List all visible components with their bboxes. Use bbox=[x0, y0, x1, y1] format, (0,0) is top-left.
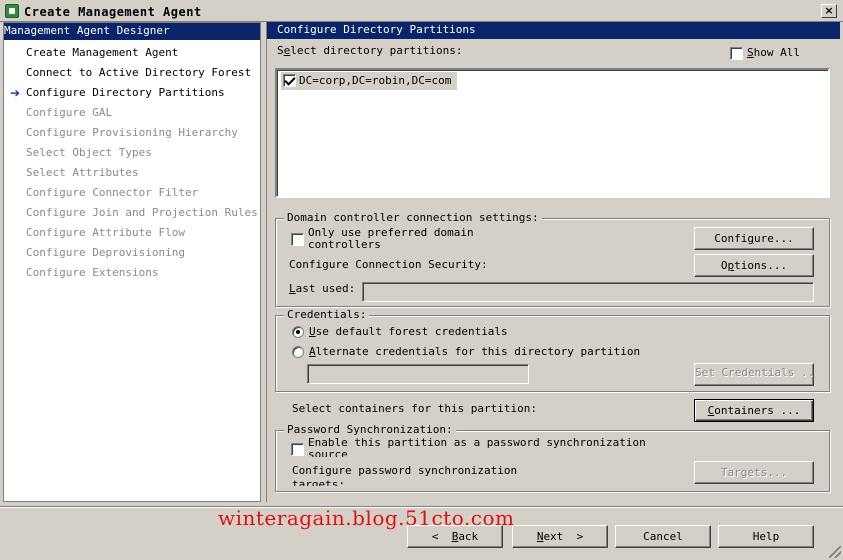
nav-item-label: Select Object Types bbox=[26, 146, 152, 159]
nav-item-join-projection-rules: Configure Join and Projection Rules bbox=[4, 203, 260, 223]
show-all-label: Show All bbox=[747, 46, 800, 59]
nav-item-select-attributes: Select Attributes bbox=[4, 163, 260, 183]
help-button[interactable]: Help bbox=[718, 525, 814, 548]
configure-dc-button[interactable]: Configure... bbox=[694, 227, 814, 250]
nav-item-label: Create Management Agent bbox=[26, 46, 179, 59]
connection-security-label: Configure Connection Security: bbox=[289, 258, 488, 271]
options-button[interactable]: Options... bbox=[694, 254, 814, 277]
current-step-arrow-icon: ➔ bbox=[10, 86, 21, 100]
partition-checkbox[interactable] bbox=[283, 74, 296, 87]
set-credentials-button: Set Credentials ... bbox=[694, 363, 814, 386]
nav-item-select-object-types: Select Object Types bbox=[4, 143, 260, 163]
sync-targets-label: Configure password synchronization target… bbox=[292, 464, 518, 486]
back-button[interactable]: < Back bbox=[407, 525, 503, 548]
preferred-dc-checkbox[interactable] bbox=[291, 233, 304, 246]
resize-grip-icon[interactable] bbox=[829, 546, 841, 558]
nav-item-label: Configure Extensions bbox=[26, 266, 159, 279]
password-sync-label: Enable this partition as a password sync… bbox=[308, 437, 646, 457]
cancel-button[interactable]: Cancel bbox=[615, 525, 711, 548]
back-arrow-icon: < bbox=[431, 530, 439, 543]
nav-header: Management Agent Designer bbox=[4, 23, 260, 40]
partition-label: DC=corp,DC=robin,DC=com bbox=[299, 74, 452, 87]
nav-item-label: Configure Connector Filter bbox=[26, 186, 199, 199]
nav-item-extensions: Configure Extensions bbox=[4, 263, 260, 283]
nav-item-deprovisioning: Configure Deprovisioning bbox=[4, 243, 260, 263]
nav-item-label: Configure Attribute Flow bbox=[26, 226, 185, 239]
close-button[interactable]: × bbox=[821, 4, 837, 18]
show-all-checkbox[interactable] bbox=[730, 47, 743, 60]
nav-item-configure-directory-partitions[interactable]: ➔ Configure Directory Partitions bbox=[4, 83, 260, 103]
dc-settings-title: Domain controller connection settings: bbox=[284, 211, 542, 224]
title-bar: Create Management Agent × bbox=[0, 0, 843, 22]
designer-nav-pane: Management Agent Designer Create Managem… bbox=[3, 22, 261, 502]
next-arrow-icon: > bbox=[576, 530, 584, 543]
app-icon bbox=[5, 4, 19, 18]
alternate-credentials-radio[interactable] bbox=[292, 346, 304, 358]
next-button[interactable]: Next > bbox=[512, 525, 608, 548]
nav-item-connect-forest[interactable]: Connect to Active Directory Forest bbox=[4, 63, 260, 83]
window-title: Create Management Agent bbox=[24, 5, 202, 19]
nav-list: Create Management Agent Connect to Activ… bbox=[4, 40, 260, 283]
nav-item-label: Connect to Active Directory Forest bbox=[26, 66, 252, 79]
last-used-field bbox=[362, 282, 814, 302]
containers-button[interactable]: Containers ... bbox=[694, 399, 814, 422]
nav-item-label: Configure GAL bbox=[26, 106, 113, 119]
targets-button: Targets... bbox=[694, 461, 814, 484]
nav-item-create-management-agent[interactable]: Create Management Agent bbox=[4, 43, 260, 63]
select-containers-label: Select containers for this partition: bbox=[292, 402, 538, 415]
password-sync-title: Password Synchronization: bbox=[284, 423, 456, 436]
nav-item-configure-gal: Configure GAL bbox=[4, 103, 260, 123]
credentials-title: Credentials: bbox=[284, 308, 370, 321]
nav-item-attribute-flow: Configure Attribute Flow bbox=[4, 223, 260, 243]
partition-row[interactable]: DC=corp,DC=robin,DC=com bbox=[281, 72, 458, 90]
preferred-dc-label: Only use preferred domain controllers bbox=[308, 226, 474, 251]
alternate-credentials-label: Alternate credentials for this directory… bbox=[309, 345, 641, 358]
page-header: Configure Directory Partitions bbox=[267, 22, 840, 39]
nav-item-provisioning-hierarchy: Configure Provisioning Hierarchy bbox=[4, 123, 260, 143]
password-sync-checkbox[interactable] bbox=[291, 443, 304, 456]
nav-item-label: Configure Join and Projection Rules bbox=[26, 206, 258, 219]
default-credentials-label: Use default forest credentials bbox=[309, 325, 508, 338]
nav-item-label: Select Attributes bbox=[26, 166, 139, 179]
partitions-page: Configure Directory Partitions Select di… bbox=[266, 22, 840, 502]
default-credentials-radio[interactable] bbox=[292, 326, 304, 338]
partitions-listbox[interactable]: DC=corp,DC=robin,DC=com bbox=[275, 68, 830, 198]
nav-item-label: Configure Directory Partitions bbox=[26, 86, 225, 99]
alternate-credentials-field bbox=[307, 364, 529, 384]
nav-item-connector-filter: Configure Connector Filter bbox=[4, 183, 260, 203]
nav-item-label: Configure Deprovisioning bbox=[26, 246, 185, 259]
last-used-label: Last used: bbox=[289, 282, 356, 295]
nav-item-label: Configure Provisioning Hierarchy bbox=[26, 126, 238, 139]
select-partitions-label: Select directory partitions: bbox=[277, 44, 463, 57]
